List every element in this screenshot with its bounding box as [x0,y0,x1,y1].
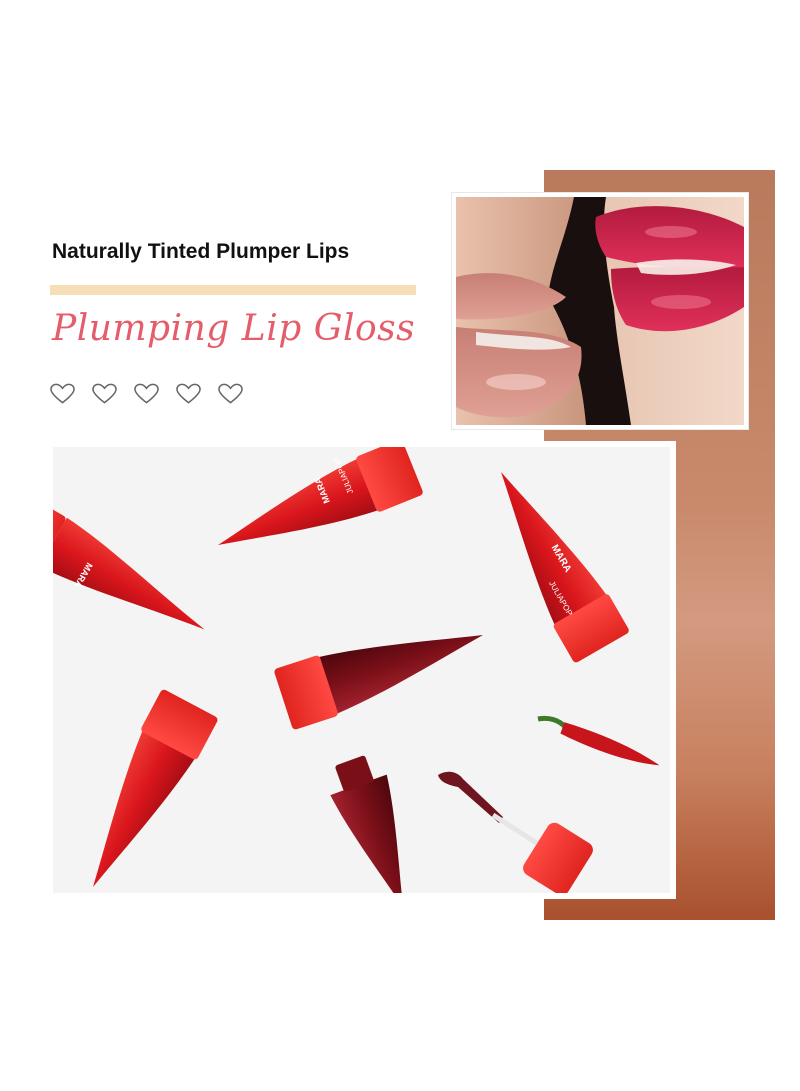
headline: Naturally Tinted Plumper Lips [52,240,350,263]
heart-outline-icon [50,383,75,404]
lips-photo-frame [452,193,748,429]
product-photo: MARA JULIAPOP MARA MARA JULIAPOP [53,447,670,893]
heart-outline-icon [218,383,243,404]
lips-photo [456,197,744,425]
heart-outline-icon [176,383,201,404]
accent-rule [50,285,416,295]
heart-outline-icon [134,383,159,404]
product-subtitle: Plumping Lip Gloss [52,308,416,349]
heart-outline-icon [92,383,117,404]
rating-hearts [50,383,243,405]
